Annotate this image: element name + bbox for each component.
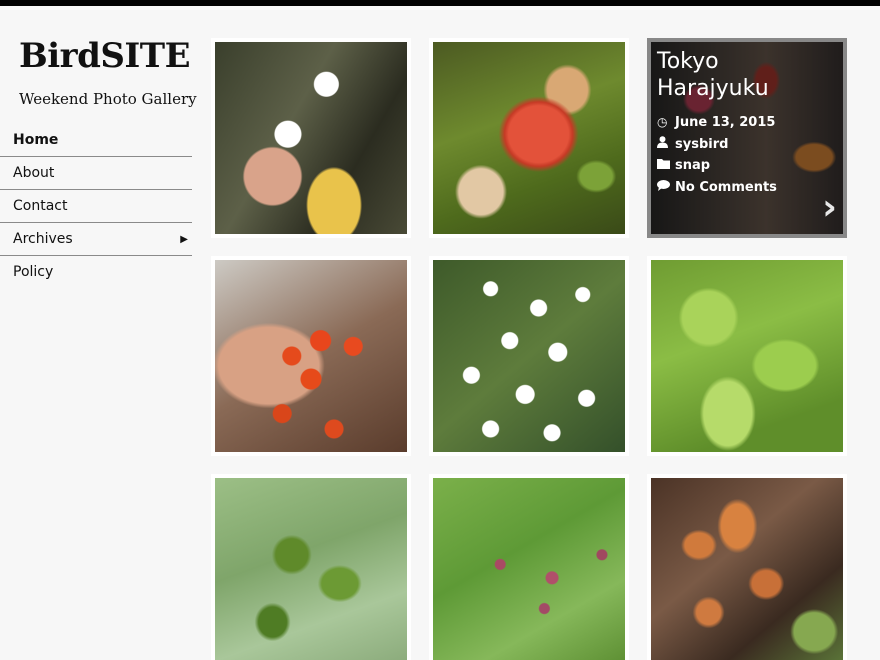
photo-thumbnail (433, 260, 625, 452)
gallery-tile[interactable] (429, 256, 629, 456)
nav-item-label: Archives (13, 231, 73, 247)
post-author-value: sysbird (675, 136, 729, 152)
photo-thumbnail (651, 260, 843, 452)
post-meta: ◷ June 13, 2015 sysbird snap No Comments (657, 112, 837, 198)
site-description: Weekend Photo Gallery (19, 90, 197, 108)
post-comments-value: No Comments (675, 179, 777, 195)
photo-thumbnail (433, 42, 625, 234)
caret-right-icon: ▶ (180, 234, 188, 245)
nav-item-policy[interactable]: Policy (0, 256, 192, 289)
post-author[interactable]: sysbird (657, 134, 837, 156)
post-comments[interactable]: No Comments (657, 177, 837, 199)
post-date-value: June 13, 2015 (675, 115, 776, 130)
nav-item-home[interactable]: Home (0, 124, 192, 157)
clock-icon: ◷ (657, 115, 668, 129)
folder-icon (657, 155, 675, 177)
post-category-value: snap (675, 158, 711, 173)
nav-item-about[interactable]: About (0, 157, 192, 190)
photo-thumbnail (215, 478, 407, 660)
photo-thumbnail (433, 478, 625, 660)
site-title[interactable]: BirdSITE (19, 36, 191, 76)
top-bar (0, 0, 880, 6)
main-nav: Home About Contact Archives ▶ Policy (0, 124, 192, 289)
nav-item-label: Home (13, 132, 59, 148)
gallery-tile[interactable] (211, 474, 411, 660)
chevron-right-icon[interactable]: › (822, 190, 837, 226)
post-date: ◷ June 13, 2015 (657, 112, 837, 134)
post-title-line: Harajyuku (657, 76, 769, 101)
nav-item-label: About (13, 165, 55, 181)
photo-thumbnail: Tokyo Harajyuku ◷ June 13, 2015 sysbird (651, 42, 843, 234)
nav-item-contact[interactable]: Contact (0, 190, 192, 223)
gallery-tile[interactable] (211, 38, 411, 238)
photo-thumbnail (215, 260, 407, 452)
post-overlay: Tokyo Harajyuku ◷ June 13, 2015 sysbird (657, 48, 837, 198)
gallery-tile[interactable] (211, 256, 411, 456)
nav-item-label: Policy (13, 264, 54, 280)
post-title-line: Tokyo (657, 49, 719, 74)
comment-icon (657, 177, 675, 199)
gallery-tile[interactable] (647, 256, 847, 456)
gallery-tile[interactable] (647, 474, 847, 660)
photo-thumbnail (215, 42, 407, 234)
user-icon (657, 134, 675, 156)
photo-thumbnail (651, 478, 843, 660)
post-category[interactable]: snap (657, 155, 837, 177)
gallery-tile[interactable] (429, 38, 629, 238)
gallery-tile[interactable] (429, 474, 629, 660)
post-title[interactable]: Tokyo Harajyuku (657, 48, 837, 102)
nav-item-label: Contact (13, 198, 68, 214)
nav-item-archives[interactable]: Archives ▶ (0, 223, 192, 256)
gallery-tile-featured[interactable]: Tokyo Harajyuku ◷ June 13, 2015 sysbird (647, 38, 847, 238)
